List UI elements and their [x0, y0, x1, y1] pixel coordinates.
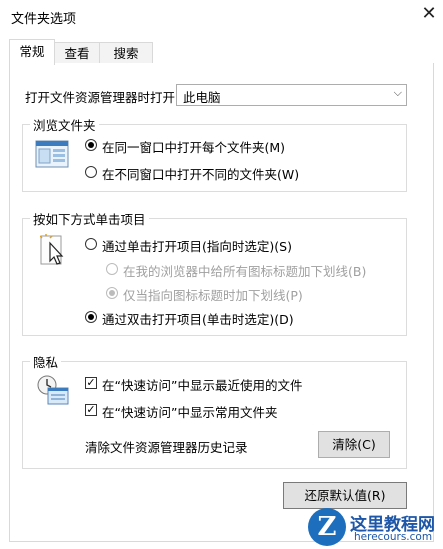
underline-hover-radio — [106, 287, 118, 299]
watermark-logo: Z — [308, 508, 346, 546]
same-window-radio[interactable] — [85, 139, 97, 151]
clear-history-button[interactable]: 清除(C) — [318, 431, 390, 458]
frequent-folders-label[interactable]: 在“快速访问”中显示常用文件夹 — [102, 402, 277, 421]
privacy-title: 隐私 — [30, 352, 62, 371]
single-click-label[interactable]: 通过单击打开项目(指向时选定)(S) — [102, 236, 292, 255]
restore-defaults-button[interactable]: 还原默认值(R) — [283, 482, 407, 509]
privacy-clock-icon — [36, 374, 70, 409]
single-click-radio[interactable] — [85, 238, 97, 250]
double-click-radio[interactable] — [85, 311, 97, 323]
click-items-title: 按如下方式单击项目 — [30, 209, 149, 228]
frequent-folders-checkbox[interactable]: ✓ — [85, 404, 97, 416]
chevron-down-icon: ⌵ — [393, 86, 402, 99]
cursor-click-icon — [39, 233, 68, 272]
different-window-label[interactable]: 在不同窗口中打开不同的文件夹(W) — [102, 164, 299, 183]
browse-folders-title: 浏览文件夹 — [30, 115, 99, 134]
underline-all-label: 在我的浏览器中给所有图标标题加下划线(B) — [123, 264, 367, 279]
underline-hover-label: 仅当指向图标标题时加下划线(P) — [123, 288, 303, 303]
underline-all-radio — [106, 263, 118, 275]
different-window-radio[interactable] — [85, 166, 97, 178]
same-window-label[interactable]: 在同一窗口中打开每个文件夹(M) — [102, 137, 285, 156]
tab-search[interactable]: 搜索 — [99, 42, 153, 64]
window-title: 文件夹选项 — [11, 12, 77, 27]
watermark-url: herecours.com — [354, 531, 433, 543]
recent-files-checkbox[interactable]: ✓ — [85, 377, 97, 389]
close-icon[interactable]: ✕ — [418, 3, 440, 25]
clear-history-label: 清除文件资源管理器历史记录 — [85, 440, 248, 455]
folder-window-icon — [35, 140, 69, 171]
tab-general[interactable]: 常规 — [9, 39, 55, 65]
recent-files-label[interactable]: 在“快速访问”中显示最近使用的文件 — [102, 375, 302, 394]
tab-view[interactable]: 查看 — [53, 42, 101, 64]
open-explorer-value: 此电脑 — [183, 90, 221, 105]
open-explorer-label: 打开文件资源管理器时打开: — [25, 90, 180, 105]
open-explorer-select[interactable]: 此电脑 ⌵ — [176, 84, 407, 106]
double-click-label[interactable]: 通过双击打开项目(单击时选定)(D) — [102, 309, 294, 328]
